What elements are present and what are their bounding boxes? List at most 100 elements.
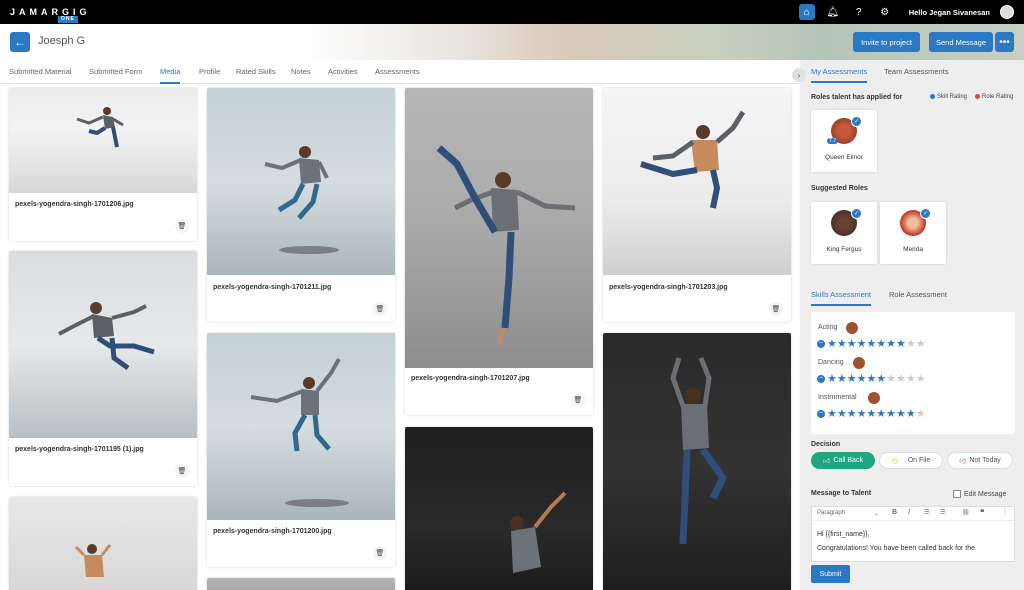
trash-icon[interactable]: 🗑︎ <box>373 546 387 560</box>
tab-submitted-form[interactable]: Submitted Form <box>89 67 142 76</box>
media-card[interactable]: pexels-yogendra-singh-1701203.jpg 🗑︎ <box>603 88 791 322</box>
media-thumbnail[interactable] <box>603 88 791 275</box>
more-options-button[interactable]: ••• <box>995 32 1014 52</box>
profile-header: ← Joesph G Invite to project Send Messag… <box>0 24 1024 60</box>
dancer-image <box>58 302 155 371</box>
quote-icon[interactable]: ❝ <box>980 508 984 517</box>
role-card-queen-elinor[interactable]: ✓ 7.7 Queen Elinor <box>811 110 877 172</box>
skill-name: Dancing <box>818 359 844 366</box>
not-today-button[interactable]: 👎︎ Not Today <box>947 452 1013 469</box>
minus-icon[interactable]: − <box>817 375 825 384</box>
tab-profile[interactable]: Profile <box>199 67 220 76</box>
dancer-image <box>670 357 728 545</box>
media-thumbnail[interactable] <box>207 333 395 520</box>
check-icon: ✓ <box>920 208 931 219</box>
media-filename: pexels-yogendra-singh-1701195 (1).jpg <box>15 446 144 453</box>
dancer-image <box>250 358 349 507</box>
media-thumbnail[interactable] <box>405 427 593 590</box>
legend-skill: Skill Rating <box>930 94 967 100</box>
bell-icon[interactable]: 🔔︎ <box>825 4 841 20</box>
link-icon[interactable]: ⛓ <box>962 509 970 516</box>
trash-icon[interactable]: 🗑︎ <box>373 302 387 316</box>
media-card[interactable] <box>405 427 593 590</box>
user-avatar[interactable] <box>1000 5 1014 19</box>
chevron-down-icon[interactable]: ⌄ <box>874 510 879 517</box>
skill-avatar <box>868 392 880 404</box>
skill-name: Instrumental <box>818 394 857 401</box>
role-card-merida[interactable]: ✓ Merida <box>880 202 946 264</box>
role-name: Merida <box>903 246 923 253</box>
tab-team-assessments[interactable]: Team Assessments <box>884 67 949 76</box>
send-message-button[interactable]: Send Message <box>929 32 993 52</box>
bold-icon[interactable]: B <box>892 509 897 516</box>
invite-to-project-button[interactable]: Invite to project <box>853 32 920 52</box>
star-rating-instrumental[interactable]: − ★★★★★★★★★★ <box>817 409 926 420</box>
tab-rated-skills[interactable]: Rated Skills <box>236 67 276 76</box>
media-thumbnail[interactable] <box>207 578 395 590</box>
suggested-roles-title: Suggested Roles <box>811 185 868 192</box>
message-line: Hi {{first_name}}, <box>817 531 870 538</box>
editor-body[interactable]: Hi {{first_name}}, Congratulations! You … <box>817 528 975 556</box>
tab-skills-assessment[interactable]: Skills Assessment <box>811 290 872 306</box>
dancer-image <box>264 146 339 254</box>
assessment-panel: › My Assessments Team Assessments Roles … <box>792 60 1024 590</box>
call-back-button[interactable]: 👍︎ Call Back <box>811 452 875 469</box>
submit-button[interactable]: Submit <box>811 565 850 583</box>
media-card[interactable]: pexels-yogendra-singh-1701211.jpg 🗑︎ <box>207 88 395 322</box>
bullet-list-icon[interactable]: ☰ <box>924 509 929 516</box>
legend-role: Role Rating <box>975 94 1013 100</box>
app-logo[interactable]: JAMARGIG ONE <box>10 7 91 23</box>
dancer-image <box>436 145 576 345</box>
trash-icon[interactable]: 🗑︎ <box>175 219 189 233</box>
tab-media[interactable]: Media <box>160 67 181 84</box>
media-card[interactable]: pexels-yogendra-singh-1701195 (1).jpg 🗑︎ <box>9 251 197 486</box>
decision-title: Decision <box>811 441 841 448</box>
star-rating-dancing[interactable]: − ★★★★★★★★★★ <box>817 374 926 385</box>
tab-submitted-material[interactable]: Submitted Material <box>9 67 72 76</box>
media-thumbnail[interactable] <box>9 497 197 590</box>
home-icon[interactable]: ⌂ <box>798 4 815 20</box>
media-thumbnail[interactable] <box>603 333 791 590</box>
media-card[interactable]: pexels-yogendra-singh-1701200.jpg 🗑︎ <box>207 333 395 567</box>
paragraph-select[interactable]: Paragraph <box>817 510 845 516</box>
italic-icon[interactable]: I <box>908 509 910 516</box>
editor-toolbar: Paragraph ⌄ B I ☰ ☰ ⛓ ❝ ⋮ <box>812 507 1014 521</box>
trash-icon[interactable]: 🗑︎ <box>175 464 189 478</box>
help-icon[interactable]: ? <box>851 4 867 20</box>
media-thumbnail[interactable] <box>9 88 197 193</box>
role-card-king-fergus[interactable]: ✓ King Fergus <box>811 202 877 264</box>
back-button[interactable]: ← <box>10 32 30 52</box>
media-card[interactable]: pexels-yogendra-singh-1701206.jpg 🗑︎ <box>9 88 197 241</box>
tab-assessments[interactable]: Assessments <box>375 67 420 76</box>
checkbox-icon <box>953 490 961 498</box>
tab-notes[interactable]: Notes <box>291 67 311 76</box>
edit-message-toggle[interactable]: Edit Message <box>953 490 1006 498</box>
clock-icon: ◷ <box>891 457 898 465</box>
media-thumbnail[interactable] <box>207 88 395 275</box>
numbered-list-icon[interactable]: ☰ <box>940 509 945 516</box>
media-thumbnail[interactable] <box>405 88 593 368</box>
star-rating-acting[interactable]: − ★★★★★★★★★★ <box>817 339 926 350</box>
tab-activities[interactable]: Activities <box>328 67 358 76</box>
media-card[interactable]: pexels-yogendra-singh-1701207.jpg 🗑︎ <box>405 88 593 415</box>
media-card[interactable] <box>207 578 395 590</box>
media-card[interactable] <box>603 333 791 590</box>
role-rating: 7.7 <box>827 138 838 144</box>
minus-icon[interactable]: − <box>817 340 825 349</box>
dancer-image <box>76 107 124 148</box>
media-filename: pexels-yogendra-singh-1701206.jpg <box>15 201 134 208</box>
on-file-button[interactable]: ◷ On File <box>879 452 943 469</box>
more-vertical-icon[interactable]: ⋮ <box>1002 508 1008 515</box>
trash-icon[interactable]: 🗑︎ <box>571 393 585 407</box>
minus-icon[interactable]: − <box>817 410 825 419</box>
media-card[interactable] <box>9 497 197 590</box>
tab-role-assessment[interactable]: Role Assessment <box>889 290 947 299</box>
gear-icon[interactable]: ⚙ <box>877 4 893 20</box>
trash-icon[interactable]: 🗑︎ <box>769 302 783 316</box>
message-title: Message to Talent <box>811 490 872 497</box>
message-editor[interactable]: Paragraph ⌄ B I ☰ ☰ ⛓ ❝ ⋮ Hi {{first_nam… <box>811 506 1015 562</box>
media-thumbnail[interactable] <box>9 251 197 438</box>
tab-my-assessments[interactable]: My Assessments <box>811 67 868 83</box>
check-icon: ✓ <box>851 116 862 127</box>
collapse-panel-icon[interactable]: › <box>792 68 806 82</box>
